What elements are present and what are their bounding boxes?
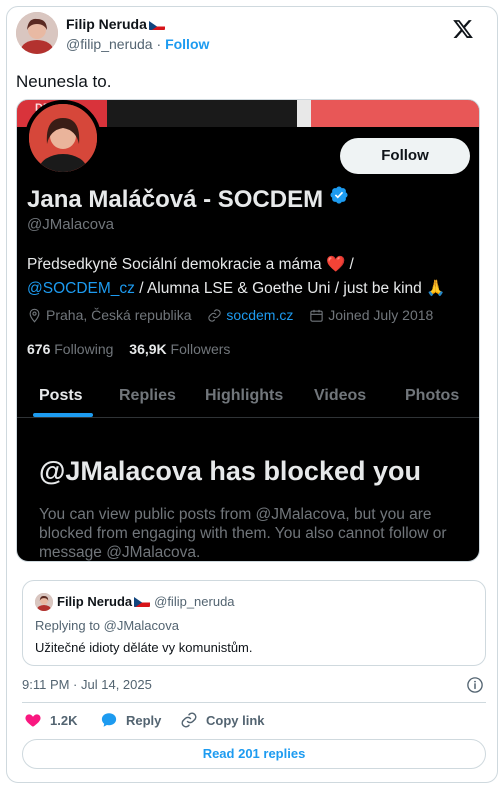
tab-posts: Posts [39, 387, 83, 404]
tab-highlights: Highlights [205, 387, 284, 404]
quoted-tweet[interactable]: Filip Neruda @filip_neruda Replying to @J… [22, 580, 486, 666]
action-bar: 1.2K Reply Copy link [22, 711, 486, 733]
quoted-author-avatar[interactable] [35, 593, 53, 611]
tweet-header: Filip Neruda @filip_neruda · Follow [16, 12, 476, 56]
czech-flag-icon [148, 19, 165, 30]
profile-screenshot-image[interactable]: DEM Follow Jana Maláčová - SOCDEM @JMala… [16, 99, 480, 562]
profile-meta: Praha, Česká republika socdem.cz Joined … [27, 307, 445, 323]
quoted-author[interactable]: Filip Neruda @filip_neruda [57, 594, 235, 609]
speech-bubble-icon [101, 713, 117, 727]
tweet-timestamp[interactable]: 9:11 PM · Jul 14, 2025 [22, 677, 152, 692]
profile-handle: @JMalacova [27, 216, 114, 233]
tab-photos: Photos [405, 387, 460, 404]
banner-photo-area [107, 100, 297, 127]
like-button[interactable]: 1.2K [24, 711, 77, 733]
profile-counts: 676 Following 36,9K Followers [27, 341, 242, 357]
link-icon [208, 309, 222, 322]
following-count: 676 Following [27, 341, 114, 357]
reply-button[interactable]: Reply [100, 711, 161, 733]
blocked-title: @JMalacova has blocked you [39, 456, 421, 486]
profile-tabs: Posts Replies Highlights Videos Photos [17, 370, 479, 418]
profile-name: Jana Maláčová - SOCDEM [27, 184, 349, 214]
x-logo-icon[interactable] [452, 18, 474, 40]
bio-line-2: @SOCDEM_cz / Alumna LSE & Goethe Uni / j… [27, 280, 446, 297]
author-avatar[interactable] [16, 12, 58, 54]
separator-dot: · [156, 36, 162, 52]
followers-count: 36,9K Followers [129, 341, 231, 357]
divider [22, 702, 486, 703]
heart-icon [25, 714, 41, 727]
profile-website: socdem.cz [207, 307, 293, 323]
banner-red-panel-right [311, 100, 479, 127]
profile-bio: Předsedkyně Sociální demokracie a máma ❤… [27, 253, 473, 301]
profile-joined: Joined July 2018 [309, 307, 433, 323]
verified-badge-icon [329, 184, 349, 204]
author-name[interactable]: Filip Neruda [66, 16, 165, 32]
tweet-text: Neunesla to. [16, 72, 112, 91]
bio-line-1: Předsedkyně Sociální demokracie a máma ❤… [27, 256, 354, 273]
quoted-author-handle[interactable]: @filip_neruda [154, 594, 234, 609]
quoted-text: Užitečné idioty děláte vy komunistům. [35, 640, 253, 655]
calendar-icon [310, 309, 323, 322]
copy-link-button[interactable]: Copy link [180, 711, 265, 733]
czech-flag-icon [134, 596, 151, 607]
read-replies-button[interactable]: Read 201 replies [22, 739, 486, 769]
author-handle-line: @filip_neruda · Follow [66, 36, 209, 52]
tab-videos: Videos [314, 387, 367, 404]
bio-mention-link: @SOCDEM_cz [27, 280, 135, 297]
link-icon [181, 712, 197, 728]
profile-avatar [25, 100, 101, 176]
author-handle[interactable]: @filip_neruda [66, 36, 153, 52]
profile-location: Praha, Česká republika [27, 307, 192, 323]
blocked-description: You can view public posts from @JMalacov… [39, 506, 447, 561]
follow-link[interactable]: Follow [165, 36, 209, 52]
info-icon[interactable] [466, 676, 484, 694]
active-tab-indicator [33, 413, 93, 417]
location-pin-icon [29, 308, 40, 323]
profile-follow-button: Follow [340, 138, 470, 174]
replying-to: Replying to @JMalacova [35, 618, 179, 633]
tab-replies: Replies [119, 387, 176, 404]
